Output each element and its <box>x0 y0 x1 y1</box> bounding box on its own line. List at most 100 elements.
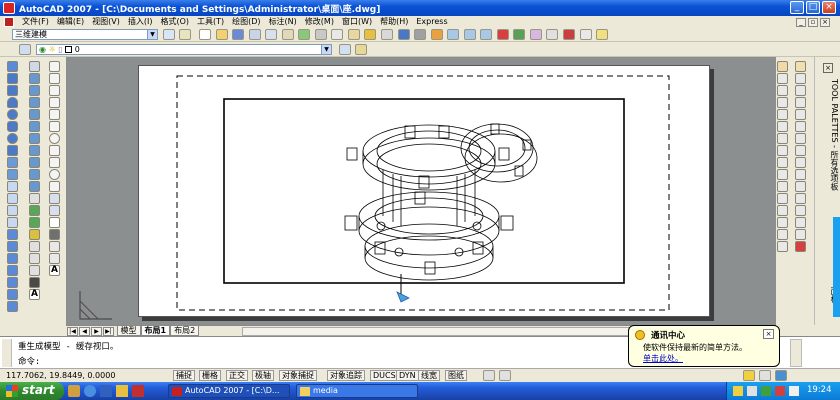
next-tab-icon[interactable]: ▶ <box>91 327 102 336</box>
array-icon[interactable] <box>777 109 788 120</box>
snap-tangent-icon[interactable] <box>795 145 806 156</box>
menu-help[interactable]: 帮助(H) <box>376 16 412 28</box>
doc-close-button[interactable]: × <box>820 18 830 27</box>
spline-icon[interactable] <box>49 157 60 168</box>
extend-icon[interactable] <box>777 181 788 192</box>
hatch-icon[interactable] <box>29 277 40 288</box>
tray-icon-4[interactable] <box>775 386 785 396</box>
ellipse-arc-icon[interactable] <box>49 181 60 192</box>
rotate-icon[interactable] <box>777 133 788 144</box>
menu-tools[interactable]: 工具(T) <box>193 16 228 28</box>
toggle-snap[interactable]: 捕捉 <box>173 370 195 381</box>
toggle-otrack[interactable]: 对象追踪 <box>327 370 365 381</box>
snap-midpoint-icon[interactable] <box>795 73 806 84</box>
left-view-icon[interactable] <box>29 97 40 108</box>
toggle-ortho[interactable]: 正交 <box>226 370 248 381</box>
doc-minimize-button[interactable]: _ <box>796 18 806 27</box>
arc-icon[interactable] <box>49 121 60 132</box>
quicklaunch-desktop-icon[interactable] <box>100 385 112 397</box>
snap-center-icon[interactable] <box>795 121 806 132</box>
layer-select[interactable]: ◉ ☼ ▯ 0 ▼ <box>36 44 332 55</box>
layer-previous-icon[interactable] <box>355 44 367 55</box>
torus-icon[interactable] <box>7 133 18 144</box>
circle-icon[interactable] <box>49 133 60 144</box>
start-button[interactable]: start <box>0 382 64 400</box>
sheet-set-icon[interactable] <box>546 29 559 40</box>
intersect-icon[interactable] <box>7 265 18 276</box>
top-view-icon[interactable] <box>29 73 40 84</box>
document-icon[interactable] <box>4 17 14 27</box>
toggle-osnap[interactable]: 对象捕捉 <box>279 370 317 381</box>
command-prompt[interactable]: 命令: <box>18 355 40 367</box>
viewport-scale-icon[interactable] <box>483 370 495 381</box>
break-icon[interactable] <box>777 193 788 204</box>
polysolid-icon[interactable] <box>7 61 18 72</box>
extrude-icon[interactable] <box>7 181 18 192</box>
tool-palettes-panel[interactable]: × TOOL PALETTES - 所有选项板 面板 <box>814 57 840 325</box>
pyramid-icon[interactable] <box>7 145 18 156</box>
ne-iso-icon[interactable] <box>29 169 40 180</box>
prev-tab-icon[interactable]: ◀ <box>79 327 90 336</box>
quicklaunch-media-icon[interactable] <box>132 385 144 397</box>
doc-restore-button[interactable]: ▫ <box>808 18 818 27</box>
3d-move-icon[interactable] <box>7 277 18 288</box>
tray-icon-3[interactable] <box>761 386 771 396</box>
snap-perpendicular-icon[interactable] <box>795 157 806 168</box>
revision-cloud-icon[interactable] <box>49 145 60 156</box>
block-editor-icon[interactable] <box>381 29 394 40</box>
camera-icon[interactable] <box>29 193 40 204</box>
region-icon[interactable] <box>49 241 60 252</box>
free-orbit-icon[interactable] <box>29 217 40 228</box>
mirror-icon[interactable] <box>777 85 788 96</box>
union-icon[interactable] <box>7 241 18 252</box>
quicklaunch-browser-icon[interactable] <box>84 385 96 397</box>
tool-palettes-icon[interactable] <box>529 29 542 40</box>
ellipse-icon[interactable] <box>49 169 60 180</box>
paste-icon[interactable] <box>347 29 360 40</box>
magnet-icon[interactable] <box>795 241 806 252</box>
tray-icon-2[interactable] <box>747 386 757 396</box>
presspull-icon[interactable] <box>7 193 18 204</box>
workspace-save-icon[interactable] <box>179 29 191 40</box>
toggle-ducs[interactable]: DUCS <box>370 370 399 381</box>
zoom-previous-icon[interactable] <box>480 29 493 40</box>
3d-dwf-icon[interactable] <box>298 29 311 40</box>
toggle-polar[interactable]: 极轴 <box>252 370 274 381</box>
snap-apparent-icon[interactable] <box>795 97 806 108</box>
join-icon[interactable] <box>777 205 788 216</box>
3d-rotate-icon[interactable] <box>7 289 18 300</box>
toggle-dyn[interactable]: DYN <box>396 370 419 381</box>
snap-intersection-icon[interactable] <box>795 85 806 96</box>
snap-endpoint-icon[interactable] <box>795 61 806 72</box>
plot-preview-icon[interactable] <box>265 29 278 40</box>
sw-iso-icon[interactable] <box>29 145 40 156</box>
front-view-icon[interactable] <box>29 121 40 132</box>
fillet-icon[interactable] <box>777 229 788 240</box>
scale-icon[interactable] <box>777 145 788 156</box>
construction-line-icon[interactable] <box>49 73 60 84</box>
menu-file[interactable]: 文件(F) <box>18 16 53 28</box>
wedge-icon[interactable] <box>7 85 18 96</box>
layer-manager-icon[interactable] <box>19 44 31 55</box>
toolbar-lock-icon[interactable] <box>759 370 771 381</box>
match-properties-icon[interactable] <box>364 29 377 40</box>
balloon-link[interactable]: 单击此处。 <box>643 353 683 364</box>
back-view-icon[interactable] <box>29 133 40 144</box>
copy-object-icon[interactable] <box>777 73 788 84</box>
tab-model[interactable]: 模型 <box>116 326 141 336</box>
palette-close-icon[interactable]: × <box>823 63 833 73</box>
polyline-icon[interactable] <box>49 85 60 96</box>
snap-insert-icon[interactable] <box>795 181 806 192</box>
save-icon[interactable] <box>232 29 245 40</box>
snap-parallel-icon[interactable] <box>795 169 806 180</box>
tray-icon-1[interactable] <box>733 386 743 396</box>
minimize-button[interactable]: _ <box>790 1 804 14</box>
publish-icon[interactable] <box>281 29 294 40</box>
snap-nearest-icon[interactable] <box>795 205 806 216</box>
erase-icon[interactable] <box>777 61 788 72</box>
zoom-realtime-icon[interactable] <box>447 29 460 40</box>
text-icon[interactable]: A <box>29 289 40 300</box>
drawing-area[interactable] <box>66 57 776 325</box>
maximize-button[interactable]: □ <box>806 1 820 14</box>
menu-express[interactable]: Express <box>412 16 451 28</box>
